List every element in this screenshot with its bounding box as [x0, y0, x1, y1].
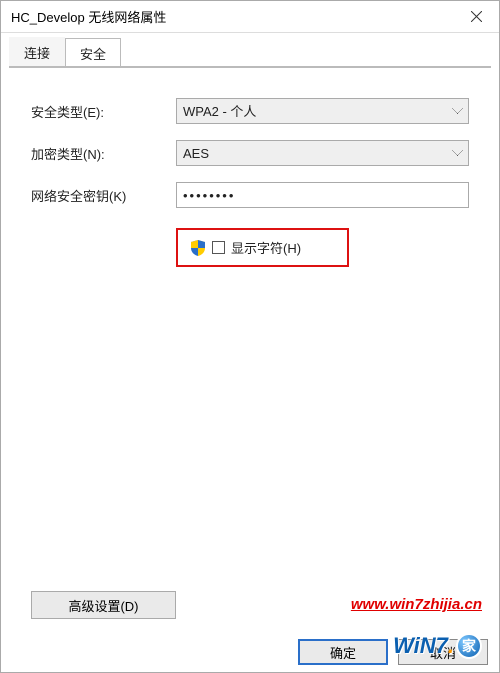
security-type-row: 安全类型(E): WPA2 - 个人 — [31, 98, 469, 124]
tabs-bar: 连接 安全 — [1, 33, 499, 67]
encryption-type-label: 加密类型(N): — [31, 144, 176, 163]
ok-button[interactable]: 确定 — [298, 639, 388, 665]
show-chars-label: 显示字符(H) — [231, 238, 301, 257]
security-type-label: 安全类型(E): — [31, 102, 176, 121]
tab-content: 安全类型(E): WPA2 - 个人 加密类型(N): AES 网络安全密钥(K… — [9, 67, 491, 672]
advanced-settings-button[interactable]: 高级设置(D) — [31, 591, 176, 619]
tab-security[interactable]: 安全 — [65, 38, 121, 68]
shield-icon — [190, 240, 206, 256]
encryption-type-row: 加密类型(N): AES — [31, 140, 469, 166]
site-logo: WiN7. 家 — [393, 633, 482, 659]
network-key-row: 网络安全密钥(K) — [31, 182, 469, 208]
security-type-select[interactable]: WPA2 - 个人 — [176, 98, 469, 124]
watermark-url: www.win7zhijia.cn — [351, 596, 482, 613]
titlebar: HC_Develop 无线网络属性 — [1, 1, 499, 33]
tab-connect[interactable]: 连接 — [9, 37, 65, 67]
show-chars-highlight: 显示字符(H) — [176, 228, 349, 267]
window-title: HC_Develop 无线网络属性 — [11, 7, 453, 26]
network-key-label: 网络安全密钥(K) — [31, 186, 176, 205]
logo-ball-icon: 家 — [456, 633, 482, 659]
close-icon — [471, 11, 482, 22]
close-button[interactable] — [453, 1, 499, 33]
encryption-type-select[interactable]: AES — [176, 140, 469, 166]
dialog-window: HC_Develop 无线网络属性 连接 安全 安全类型(E): WPA2 - … — [0, 0, 500, 673]
network-key-input[interactable] — [176, 182, 469, 208]
show-chars-checkbox[interactable] — [212, 241, 225, 254]
logo-text: WiN7. — [393, 633, 454, 659]
